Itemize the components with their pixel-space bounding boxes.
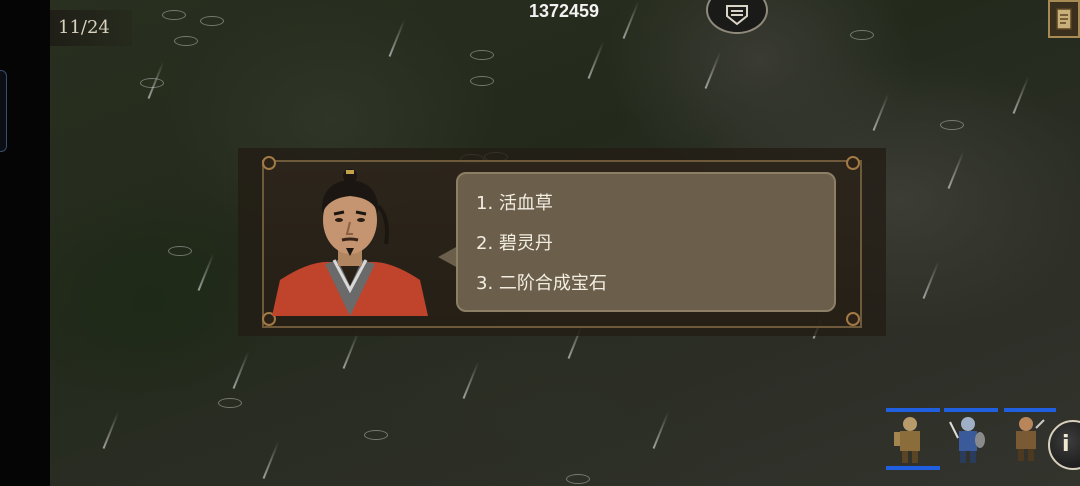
- turn-counter: 11/24: [50, 10, 132, 46]
- rain-drop: [652, 411, 670, 449]
- rain-drop: [232, 351, 250, 389]
- rain-drop: [704, 51, 722, 89]
- rain-ripple: [218, 398, 242, 408]
- info-icon[interactable]: i: [1048, 420, 1080, 470]
- unit-hp-bar: [1004, 408, 1056, 412]
- bandit-warrior-icon[interactable]: [1006, 414, 1046, 466]
- rain-ripple: [470, 50, 494, 60]
- rain-drop: [922, 261, 940, 299]
- rain-drop: [342, 331, 360, 369]
- dialog-corner-ornament: [846, 156, 860, 170]
- option-item-2[interactable]: 2. 碧灵丹: [476, 232, 553, 256]
- option-label: 2. 碧灵丹: [476, 233, 553, 254]
- gold-amount: 1372459: [528, 1, 600, 21]
- option-item-3[interactable]: 3. 二阶合成宝石: [476, 272, 607, 296]
- rain-drop: [462, 361, 480, 399]
- rain-drop: [197, 253, 215, 291]
- unit-hp-bar: [886, 408, 940, 412]
- battle-map[interactable]: 11/24 1372459 1. 活血草 2. 碧灵丹 3. 二阶合成宝石 i: [0, 0, 1080, 486]
- armored-warrior-icon[interactable]: [890, 414, 930, 466]
- blue-soldier-icon[interactable]: [948, 414, 988, 466]
- rain-ripple: [140, 78, 164, 88]
- rain-ripple: [850, 30, 874, 40]
- rain-ripple: [168, 246, 192, 256]
- rain-drop: [1012, 76, 1030, 114]
- side-handle[interactable]: [0, 70, 7, 152]
- rain-ripple: [470, 76, 494, 86]
- speech-bubble-tail: [438, 246, 458, 268]
- rain-drop: [587, 41, 605, 79]
- unit-hp-bar: [886, 466, 940, 470]
- option-label: 1. 活血草: [476, 193, 553, 214]
- option-item-1[interactable]: 1. 活血草: [476, 192, 553, 216]
- option-label: 3. 二阶合成宝石: [476, 273, 607, 294]
- menu-scroll-icon[interactable]: [1048, 0, 1080, 38]
- rain-drop: [388, 19, 406, 57]
- rain-drop: [102, 411, 120, 449]
- shield-emblem-icon[interactable]: [706, 0, 768, 34]
- rain-drop: [947, 151, 965, 189]
- rain-ripple: [940, 120, 964, 130]
- rain-ripple: [200, 16, 224, 26]
- rain-ripple: [174, 36, 198, 46]
- rain-drop: [872, 93, 890, 131]
- dialog-corner-ornament: [846, 312, 860, 326]
- unit-hp-bar: [944, 408, 998, 412]
- character-portrait: [270, 168, 430, 316]
- rain-drop: [262, 441, 280, 479]
- screen-edge-bar: [0, 0, 50, 486]
- rain-ripple: [162, 10, 186, 20]
- turn-counter-text: 11/24: [58, 17, 110, 38]
- rain-ripple: [364, 430, 388, 440]
- rain-ripple: [566, 474, 590, 484]
